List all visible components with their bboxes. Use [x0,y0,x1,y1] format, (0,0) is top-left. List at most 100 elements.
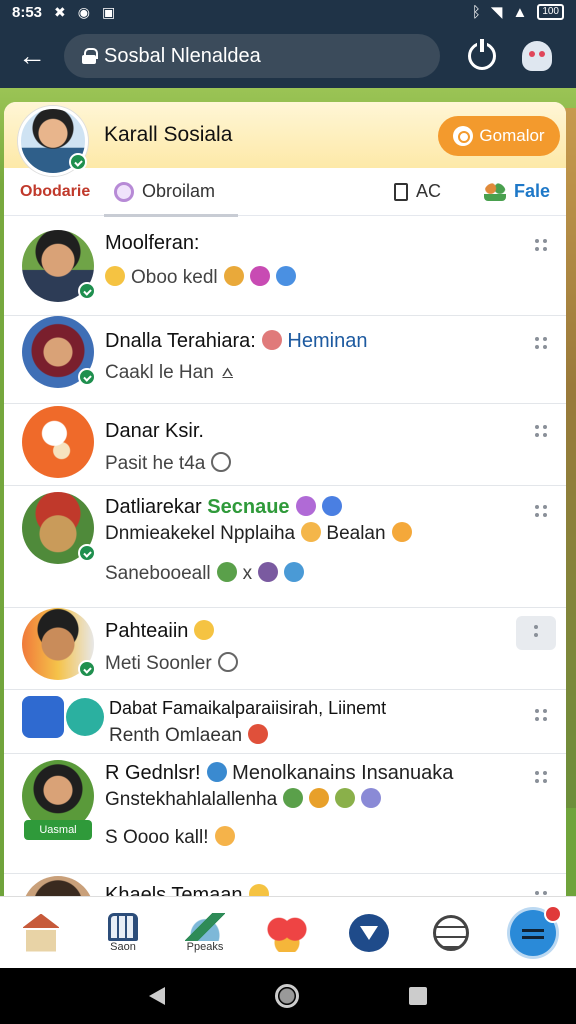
bird-emoji-icon [275,266,296,286]
message-text-suffix: Bealan [326,523,386,544]
conversation-list: Moolferan: Oboo kedl Dnalla Terahiara: H… [4,216,566,896]
status-bar: 8:53 ✖ ◉ ▣ ᛒ ◥ ▲ 100 [0,0,576,24]
house-icon [21,913,61,952]
more-options-icon[interactable] [532,502,550,520]
contact-name: Pahteaiin [105,620,215,643]
tree-emoji-icon [216,562,237,582]
contact-name-text: Pahteaiin [105,620,189,642]
shield-emoji-icon [321,496,342,516]
list-item[interactable]: Moolferan: Oboo kedl [4,216,566,316]
battery-icon: 100 [537,4,564,20]
smile-emoji-icon [248,884,269,896]
list-item[interactable]: Uasmal R Gednlsr! Menolkanains Insanuaka… [4,754,566,874]
sync-icon: ✖ [54,3,66,20]
signal-icon: ▲ [512,3,528,21]
nav-compose[interactable] [492,897,574,969]
app-icon [22,696,64,738]
list-item[interactable]: Danar Ksir. Pasit he t4a [4,404,566,486]
more-options-icon[interactable] [532,422,550,440]
message-text: Sanebooeall [105,563,211,584]
tab-label: Fale [514,181,551,201]
system-home-icon[interactable] [275,984,299,1008]
contact-tag: Menolkanains Insanuaka [232,762,454,784]
bag-icon [394,182,408,201]
tab-fale[interactable]: Fale [484,181,550,202]
nav-chat[interactable] [410,897,492,969]
message-preview-2: S Oooo kall! [105,826,235,849]
heart-emoji-icon [248,724,269,744]
tab-obodarie[interactable]: Obodarie [20,183,90,201]
message-text: S Oooo kall! [105,827,209,848]
browser-toolbar: ← Sosbal Nlenaldea [0,24,576,88]
primary-action-label: Gomalor [479,126,545,145]
message-text: Gnstekhahlalallenha [105,789,278,810]
smile-emoji-icon [194,620,215,640]
message-preview: Gnstekhahlalallenha [105,788,382,811]
url-text: Sosbal Nlenaldea [104,44,261,67]
message-preview: Oboo kedl [105,266,296,289]
filter-icon [349,913,389,952]
tab-ac[interactable]: AC [394,181,441,202]
profile-header: Karall Sosiala Gomalor [4,102,566,176]
ghost-icon[interactable] [522,41,552,71]
contact-name: Moolferan: [105,232,200,254]
contact-tag: Secnaue [207,496,290,518]
online-indicator-icon [78,282,96,300]
list-item[interactable]: Khaels Temaan [4,874,566,896]
contact-name: Danar Ksir. [105,420,204,442]
status-badge: Uasmal [24,820,92,840]
x-icon: x [242,563,253,584]
pen-icon [185,912,225,941]
system-navigation [0,968,576,1024]
contact-name-text: R Gednlsr! [105,762,201,784]
tab-label: AC [416,181,442,201]
more-options-icon[interactable] [532,768,550,786]
address-bar[interactable]: Sosbal Nlenaldea [64,34,440,78]
avatar [22,316,96,388]
more-options-icon[interactable] [532,236,550,254]
tab-obroilam[interactable]: Obroilam [114,181,215,202]
contact-name: Dabat Famaikalparaiisirah, Liinemt [109,698,387,718]
list-item[interactable]: Dnalla Terahiara: Heminan Caakl le Han ⩟ [4,316,566,404]
list-item[interactable]: Pahteaiin Meti Soonler [4,608,566,690]
tab-label: Obodarie [20,182,91,200]
message-text: Caakl le Han [105,362,214,383]
face-emoji-icon [261,330,282,350]
power-icon[interactable] [468,39,496,70]
more-options-icon[interactable] [532,706,550,724]
nav-home[interactable] [0,897,82,969]
contact-name: Datliarekar Secnaue [105,496,342,519]
profile-avatar[interactable] [18,106,88,176]
chat-icon [433,914,469,951]
shop-icon [108,912,138,941]
primary-action-button[interactable]: Gomalor [438,116,560,156]
system-recents-icon[interactable] [409,987,427,1005]
sparkle-emoji-icon [295,496,316,516]
nav-shop[interactable]: Saon [82,897,164,969]
list-item[interactable]: Dabat Famaikalparaiisirah, Liinemt Renth… [4,690,566,754]
heart-emoji-icon [249,266,270,286]
nav-filter[interactable] [328,897,410,969]
bluetooth-icon: ᛒ [471,3,481,21]
avatar [22,876,94,896]
system-back-icon[interactable] [149,987,165,1005]
more-options-icon[interactable] [532,888,550,896]
globe-emoji-icon [206,762,227,782]
online-indicator-icon [78,660,96,678]
message-preview: Caakl le Han ⩟ [105,362,233,384]
message-preview: Dnmieakekel Npplaiha Bealan [105,522,412,545]
more-options-icon[interactable] [532,334,550,352]
contact-name-text: Dnalla Terahiara: [105,330,256,352]
bottom-navigation: Saon Ppeaks [0,896,576,968]
contact-name: Khaels Temaan [105,884,269,896]
nav-gifts[interactable] [246,897,328,969]
nav-ppeaks[interactable]: Ppeaks [164,897,246,969]
back-arrow-icon[interactable]: ← [0,40,64,72]
message-preview-2: Sanebooeall x [105,562,305,585]
list-item[interactable]: Datliarekar Secnaue Dnmieakekel Npplaiha… [4,486,566,608]
face-emoji-icon [335,788,356,808]
lock-icon [82,48,98,64]
stamp-icon: ⩟ [221,362,234,383]
online-indicator-icon [78,368,96,386]
more-options-icon[interactable] [516,616,556,650]
